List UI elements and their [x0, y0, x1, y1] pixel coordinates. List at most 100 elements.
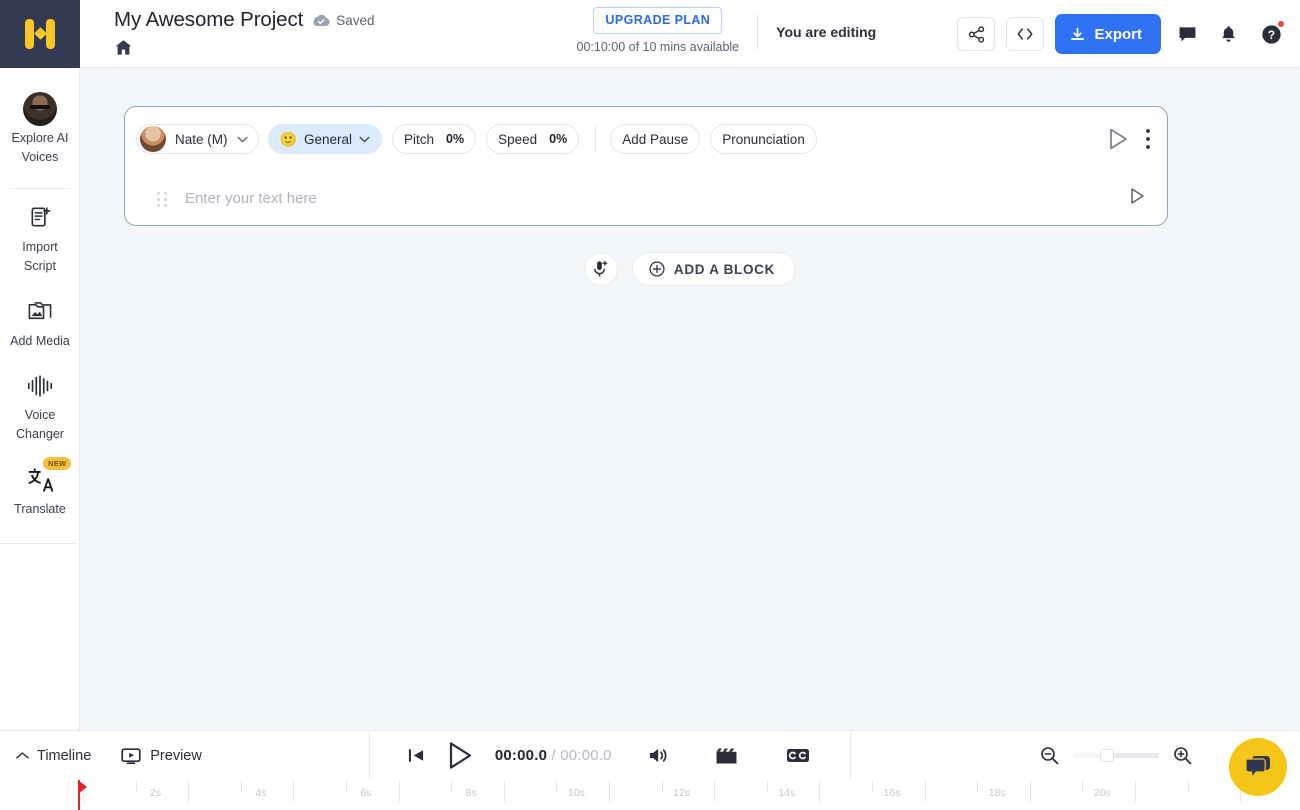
- captions-button[interactable]: [786, 747, 810, 764]
- export-label: Export: [1094, 25, 1142, 43]
- sidebar-item-import-script[interactable]: Import Script: [0, 193, 80, 287]
- download-icon: [1070, 27, 1085, 42]
- voice-logo-icon: [22, 19, 58, 49]
- page-title[interactable]: My Awesome Project: [114, 8, 303, 32]
- voice-style-selector[interactable]: 🙂 General: [267, 124, 382, 154]
- timeline-tick: [714, 780, 716, 802]
- sidebar-divider: [8, 187, 71, 189]
- add-a-block-button[interactable]: ADD A BLOCK: [631, 252, 797, 286]
- clapperboard-button[interactable]: [715, 746, 738, 766]
- project-title-zone: My Awesome Project Saved: [80, 0, 375, 56]
- save-status: Saved: [313, 12, 375, 28]
- timeline-tick: [1082, 780, 1084, 792]
- svg-text:?: ?: [1267, 28, 1274, 42]
- volume-button[interactable]: [648, 746, 669, 765]
- pitch-control[interactable]: Pitch 0%: [391, 124, 477, 154]
- toolbar-divider: [595, 126, 597, 152]
- timeline-tick: [346, 780, 347, 792]
- save-status-label: Saved: [336, 12, 375, 28]
- code-brackets-icon: [1016, 27, 1034, 41]
- timeline-tick: [188, 780, 190, 802]
- export-button[interactable]: Export: [1055, 14, 1161, 54]
- timeline-toggle[interactable]: Timeline: [16, 748, 91, 764]
- zoom-out-button[interactable]: [1040, 746, 1059, 765]
- chevron-down-icon: [236, 136, 248, 143]
- current-time: 00:00.0: [494, 747, 548, 764]
- speed-value: 0%: [549, 132, 568, 146]
- record-voice-button[interactable]: [583, 252, 618, 286]
- voice-selector[interactable]: Nate (M): [136, 124, 259, 154]
- timeline-tick: [609, 780, 610, 802]
- zoom-in-button[interactable]: [1173, 746, 1192, 765]
- timeline-tick-label: 10s: [567, 787, 585, 799]
- timeline-tick-label: 14s: [778, 787, 796, 799]
- left-sidebar: Explore AI Voices Import Script Add Medi…: [0, 68, 80, 730]
- smiley-emoji-icon: 🙂: [279, 131, 297, 147]
- timeline-tick-label: 16s: [883, 787, 901, 799]
- embed-button[interactable]: [1006, 17, 1045, 51]
- zoom-slider-knob[interactable]: [1100, 749, 1115, 762]
- skip-to-start-button[interactable]: [408, 748, 425, 763]
- add-pause-button[interactable]: Add Pause: [610, 124, 701, 154]
- timeline-tick: [398, 780, 400, 802]
- pitch-value: 0%: [446, 132, 465, 146]
- sidebar-bottom-divider: [0, 543, 78, 544]
- sidebar-item-voice-changer[interactable]: Voice Changer: [0, 361, 80, 455]
- share-icon: [968, 25, 985, 43]
- app-logo[interactable]: [0, 0, 80, 68]
- add-a-block-label: ADD A BLOCK: [673, 261, 776, 277]
- mic-plus-icon: [592, 260, 609, 278]
- notifications-button[interactable]: [1213, 19, 1243, 49]
- timeline-tick-label: 6s: [360, 787, 372, 799]
- share-button[interactable]: [957, 17, 996, 51]
- sidebar-item-label: Import Script: [22, 239, 58, 274]
- total-time: 00:00.0: [560, 747, 612, 764]
- support-chat-button[interactable]: [1229, 738, 1287, 796]
- sidebar-item-label: Voice Changer: [16, 407, 64, 442]
- timeline-tick: [503, 780, 505, 802]
- block-toolbar: Nate (M) 🙂 General Pitch 0% Speed 0% Add…: [125, 107, 1167, 171]
- play-button[interactable]: [447, 741, 473, 770]
- time-display: 00:00.0 / 00:00.0: [495, 747, 612, 764]
- add-media-icon: [27, 300, 53, 324]
- messages-button[interactable]: [1172, 19, 1202, 49]
- pitch-label: Pitch: [403, 131, 434, 147]
- timeline-label: Timeline: [37, 747, 92, 764]
- line-play-button[interactable]: [1129, 187, 1145, 205]
- chevron-up-icon: [16, 751, 29, 760]
- block-play-button[interactable]: [1107, 127, 1129, 151]
- upgrade-plan-button[interactable]: UPGRADE PLAN: [593, 7, 723, 34]
- translate-icon: [27, 467, 54, 493]
- playback-controls: 00:00.0 / 00:00.0: [370, 741, 810, 770]
- timeline-playhead[interactable]: [78, 780, 88, 810]
- cloud-check-icon: [313, 14, 330, 27]
- chat-bubbles-icon: [1243, 753, 1273, 781]
- playback-bar-left: Timeline Preview: [0, 747, 202, 765]
- voice-name-label: Nate (M): [175, 131, 228, 147]
- help-circle-icon: ?: [1261, 24, 1282, 45]
- script-text-area[interactable]: Enter your text here: [125, 171, 1167, 225]
- app-root: My Awesome Project Saved UPGRADE PLAN 00…: [0, 0, 1300, 810]
- timeline-ruler[interactable]: 2s 4s 6s 8s 10s 12s 14s 16s 18s 20s: [0, 780, 1300, 810]
- timeline-tick-label: 8s: [465, 787, 477, 799]
- preview-label: Preview: [150, 747, 202, 764]
- help-button[interactable]: ?: [1256, 19, 1286, 49]
- sidebar-item-explore-ai-voices[interactable]: Explore AI Voices: [0, 84, 80, 178]
- zoom-slider[interactable]: [1073, 749, 1159, 762]
- preview-toggle[interactable]: Preview: [121, 747, 202, 765]
- comment-icon: [1178, 26, 1197, 43]
- home-icon[interactable]: [114, 39, 375, 56]
- sidebar-item-translate[interactable]: NEW Translate: [0, 455, 80, 529]
- drag-handle-icon[interactable]: [157, 192, 167, 207]
- timeline-tick: [977, 780, 979, 792]
- timeline-tick: [1029, 780, 1031, 802]
- timeline-tick-label: 18s: [988, 787, 1006, 799]
- import-script-icon: [28, 205, 53, 230]
- sidebar-item-label: Add Media: [10, 333, 70, 348]
- timeline-tick: [924, 780, 926, 802]
- speed-control[interactable]: Speed 0%: [486, 124, 580, 154]
- plus-circle-icon: [649, 261, 665, 277]
- sidebar-item-add-media[interactable]: Add Media: [0, 287, 80, 361]
- block-more-button[interactable]: [1145, 128, 1151, 150]
- pronunciation-button[interactable]: Pronunciation: [710, 124, 817, 154]
